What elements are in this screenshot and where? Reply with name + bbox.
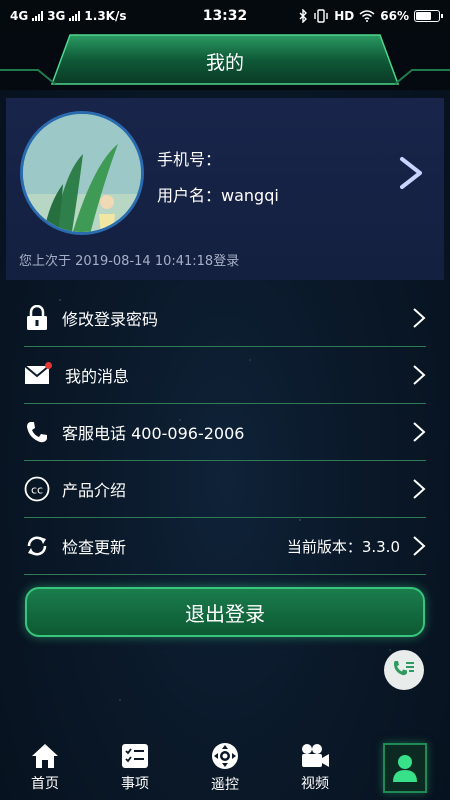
tab-active-indicator <box>383 742 427 793</box>
chevron-right-icon <box>413 365 426 385</box>
bottom-tab-bar: 首页 事项 遥控 视频 <box>0 735 450 800</box>
tab-home[interactable]: 首页 <box>0 735 90 800</box>
menu-label: 客服电话 400-096-2006 <box>62 424 245 443</box>
username-row: 用户名：wangqi <box>157 182 279 206</box>
username-value: wangqi <box>221 186 279 205</box>
profile-chevron-right-icon[interactable] <box>398 156 424 190</box>
refresh-icon <box>24 533 50 559</box>
profile-card[interactable]: 手机号： 用户名：wangqi 您上次于 2019-08-14 10:41:18… <box>6 98 444 280</box>
user-icon <box>393 754 417 782</box>
username-label: 用户名： <box>157 186 222 205</box>
chevron-right-icon <box>413 536 426 556</box>
page-title: 我的 <box>205 52 244 74</box>
video-camera-icon <box>302 743 329 767</box>
chevron-right-icon <box>413 308 426 328</box>
unread-dot <box>45 362 52 369</box>
floating-call-button[interactable] <box>384 650 424 690</box>
home-icon <box>32 743 58 768</box>
menu-label: 我的消息 <box>65 367 130 386</box>
lock-icon <box>24 305 50 331</box>
phone-icon <box>24 419 50 445</box>
logout-button[interactable]: 退出登录 <box>25 587 425 637</box>
chevron-right-icon <box>413 479 426 499</box>
menu-label: 产品介绍 <box>62 481 127 500</box>
menu-label: 检查更新 <box>62 538 127 557</box>
signal-icon <box>32 11 44 21</box>
tab-label: 首页 <box>31 775 59 792</box>
chevron-right-icon <box>413 422 426 442</box>
battery-icon <box>414 10 443 22</box>
network-type-2: 3G <box>47 9 66 23</box>
signal-icon-2 <box>69 11 81 21</box>
last-login-text: 您上次于 2019-08-14 10:41:18登录 <box>19 254 240 269</box>
status-bar: 4G 3G 1.3K/s 13:32 HD 66% <box>0 0 450 32</box>
tab-remote[interactable]: 遥控 <box>180 735 270 800</box>
tab-profile[interactable] <box>360 735 450 800</box>
menu-item-service-phone[interactable]: 客服电话 400-096-2006 <box>24 404 426 461</box>
tab-label: 视频 <box>301 775 329 792</box>
svg-text:cc: cc <box>31 484 43 497</box>
header: 我的 <box>0 32 450 90</box>
current-version: 当前版本：3.3.0 <box>286 537 400 556</box>
vibrate-icon <box>314 9 328 23</box>
settings-menu: 修改登录密码 我的消息 客服电话 400-096-2006 cc 产品介绍 检查… <box>24 290 426 575</box>
tab-label: 遥控 <box>211 776 239 793</box>
menu-item-product-intro[interactable]: cc 产品介绍 <box>24 461 426 518</box>
phone-list-icon <box>394 661 414 676</box>
tab-tasks[interactable]: 事项 <box>90 735 180 800</box>
phone-label: 手机号： <box>157 150 222 169</box>
network-speed: 1.3K/s <box>84 9 127 23</box>
menu-item-check-update[interactable]: 检查更新 当前版本：3.3.0 <box>24 518 426 575</box>
avatar[interactable] <box>20 111 144 235</box>
battery-percent: 66% <box>380 9 409 23</box>
network-type-1: 4G <box>10 9 29 23</box>
remote-icon <box>212 742 238 769</box>
menu-label: 修改登录密码 <box>62 310 159 329</box>
wifi-icon <box>359 10 375 22</box>
tab-label: 事项 <box>121 775 149 792</box>
menu-item-change-password[interactable]: 修改登录密码 <box>24 290 426 347</box>
cc-icon: cc <box>24 476 50 502</box>
checklist-icon <box>122 743 148 768</box>
bluetooth-icon <box>299 9 308 23</box>
hd-label: HD <box>334 9 355 23</box>
envelope-icon <box>24 362 52 388</box>
menu-item-my-messages[interactable]: 我的消息 <box>24 347 426 404</box>
tab-video[interactable]: 视频 <box>270 735 360 800</box>
avatar-image <box>23 114 141 232</box>
